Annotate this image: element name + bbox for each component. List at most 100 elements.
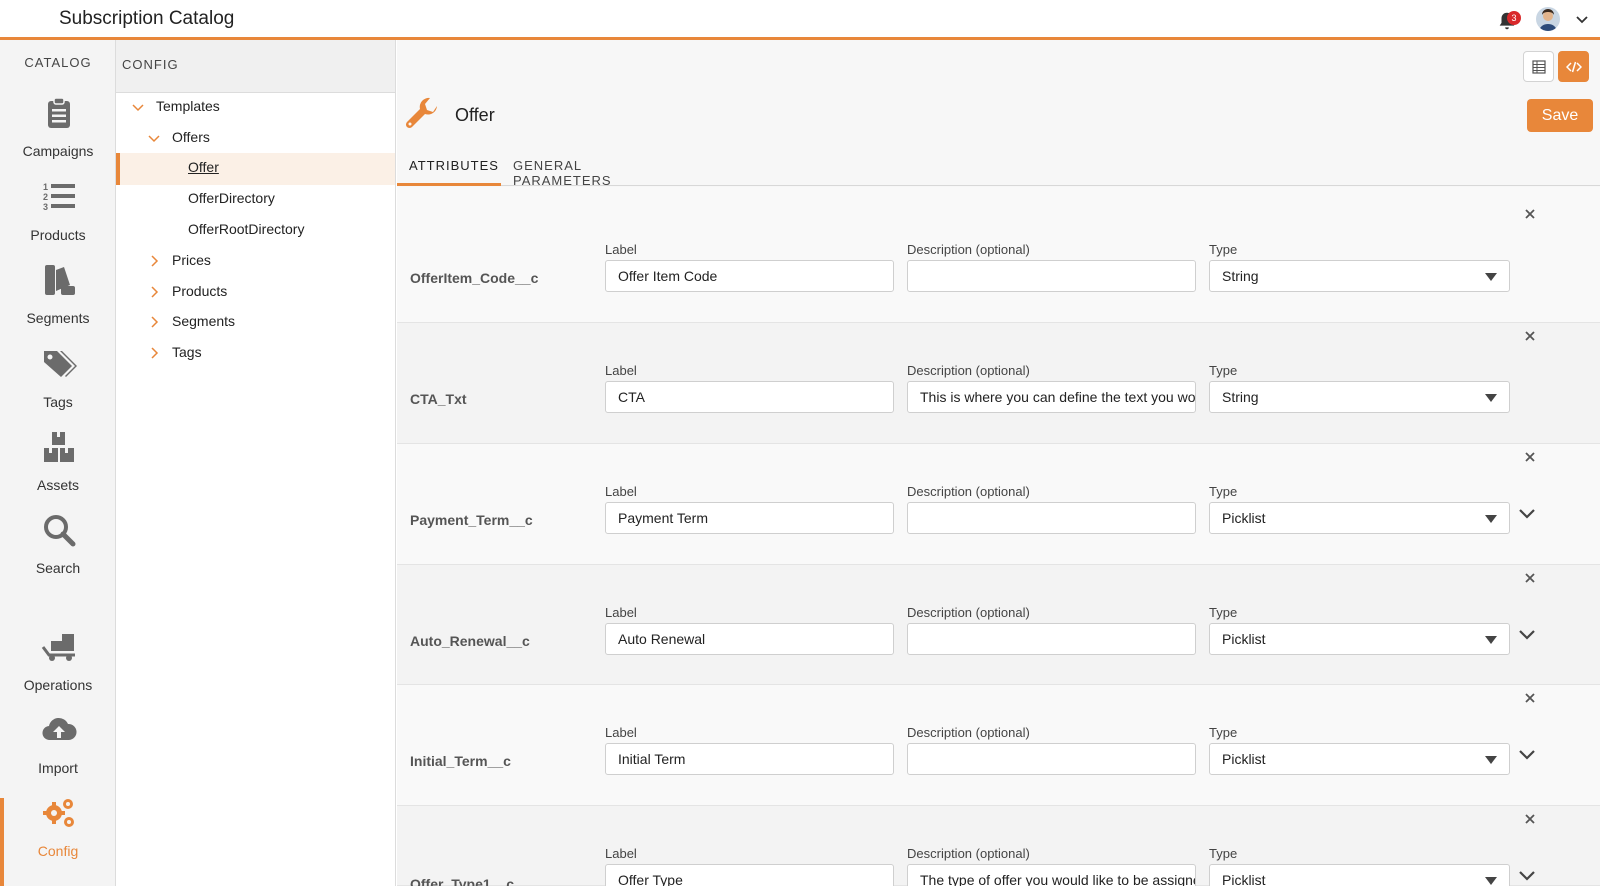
wrench-icon — [405, 97, 437, 129]
close-icon[interactable] — [1523, 207, 1537, 221]
tree-node-tags[interactable]: Tags — [148, 338, 392, 368]
chevron-down-icon — [148, 135, 160, 143]
nav-item-config[interactable]: Config — [0, 795, 116, 877]
attribute-row: Payment_Term__c Label Payment Term Descr… — [397, 444, 1600, 565]
left-nav: CATALOG Campaigns 123 Products Segments … — [0, 40, 116, 886]
attribute-row: Auto_Renewal__c Label Auto Renewal Descr… — [397, 565, 1600, 685]
label-input[interactable]: CTA — [605, 381, 894, 413]
type-select[interactable]: Picklist — [1209, 502, 1510, 534]
nav-label: Campaigns — [22, 143, 94, 159]
tree-header: CONFIG — [116, 40, 395, 93]
nav-item-tags[interactable]: Tags — [0, 346, 116, 428]
tree-node-offerrootdirectory[interactable]: OfferRootDirectory — [188, 215, 392, 245]
nav-label: Products — [30, 227, 86, 243]
nav-item-search[interactable]: Search — [0, 512, 116, 594]
close-icon[interactable] — [1523, 571, 1537, 585]
tree-node-prices[interactable]: Prices — [148, 246, 392, 276]
description-field-label: Description (optional) — [907, 605, 1030, 620]
close-icon[interactable] — [1523, 691, 1537, 705]
attribute-api-name: OfferItem_Code__c — [410, 270, 539, 286]
label-field-label: Label — [605, 605, 637, 620]
attribute-row: OfferItem_Code__c Label Offer Item Code … — [397, 187, 1600, 323]
label-field-label: Label — [605, 363, 637, 378]
tree-node-segments[interactable]: Segments — [148, 307, 392, 337]
search-icon — [44, 515, 76, 547]
nav-item-campaigns[interactable]: Campaigns — [0, 95, 116, 177]
description-field-label: Description (optional) — [907, 846, 1030, 861]
description-input[interactable] — [907, 260, 1196, 292]
label-field-label: Label — [605, 846, 637, 861]
chevron-down-icon[interactable] — [1517, 507, 1537, 521]
close-icon[interactable] — [1523, 450, 1537, 464]
tree-node-offers[interactable]: Offers — [148, 123, 392, 153]
type-field-label: Type — [1209, 725, 1238, 740]
code-view-button[interactable] — [1558, 51, 1589, 82]
nav-item-operations[interactable]: Operations — [0, 629, 116, 711]
type-select[interactable]: Picklist — [1209, 743, 1510, 775]
label-input[interactable]: Initial Term — [605, 743, 894, 775]
table-view-button[interactable] — [1523, 51, 1554, 82]
tags-icon — [44, 351, 77, 377]
description-field-label: Description (optional) — [907, 363, 1030, 378]
tree-node-label: OfferRootDirectory — [188, 221, 305, 237]
type-select[interactable]: String — [1209, 260, 1510, 292]
tab-general-parameters[interactable]: GENERAL PARAMETERS — [513, 152, 683, 188]
description-input[interactable]: The type of offer you would like to be a… — [907, 864, 1196, 886]
tree-node-label: Tags — [172, 344, 202, 360]
attribute-api-name: Offer_Type1__c — [410, 876, 515, 886]
description-input[interactable] — [907, 502, 1196, 534]
type-select[interactable]: Picklist — [1209, 623, 1510, 655]
label-field-label: Label — [605, 242, 637, 257]
type-select[interactable]: Picklist — [1209, 864, 1510, 886]
numbered-list-icon: 123 — [43, 182, 75, 212]
nav-label: Config — [37, 843, 79, 859]
nav-item-products[interactable]: 123 Products — [0, 179, 116, 261]
chevron-down-icon[interactable] — [1574, 11, 1590, 27]
chevron-right-icon — [151, 347, 159, 359]
caret-down-icon — [1485, 394, 1497, 402]
boxes-icon — [44, 432, 74, 462]
chevron-down-icon[interactable] — [1517, 748, 1537, 762]
caret-down-icon — [1485, 273, 1497, 281]
description-input[interactable] — [907, 743, 1196, 775]
type-select-value: String — [1222, 389, 1259, 405]
nav-heading: CATALOG — [24, 55, 92, 70]
description-input[interactable] — [907, 623, 1196, 655]
svg-text:1: 1 — [43, 182, 48, 192]
attribute-row: CTA_Txt Label CTA Description (optional)… — [397, 323, 1600, 444]
tab-bar: ATTRIBUTES GENERAL PARAMETERS — [397, 152, 1600, 188]
tree-node-label: OfferDirectory — [188, 190, 275, 206]
nav-item-import[interactable]: Import — [0, 712, 116, 794]
label-input[interactable]: Auto Renewal — [605, 623, 894, 655]
caret-down-icon — [1485, 515, 1497, 523]
cloud-upload-icon — [42, 717, 77, 741]
notification-badge: 3 — [1507, 11, 1521, 25]
close-icon[interactable] — [1523, 329, 1537, 343]
chevron-down-icon[interactable] — [1517, 628, 1537, 642]
app-title: Subscription Catalog — [59, 8, 235, 29]
tree-node-offer[interactable]: Offer — [188, 153, 392, 183]
caret-down-icon — [1485, 636, 1497, 644]
tree-node-label: Products — [172, 283, 228, 299]
description-field-label: Description (optional) — [907, 725, 1030, 740]
label-input[interactable]: Offer Type — [605, 864, 894, 886]
tree-node-templates[interactable]: Templates — [132, 92, 392, 122]
avatar[interactable] — [1536, 7, 1560, 31]
tab-attributes[interactable]: ATTRIBUTES — [397, 152, 501, 186]
type-field-label: Type — [1209, 484, 1238, 499]
description-input[interactable]: This is where you can define the text yo… — [907, 381, 1196, 413]
type-field-label: Type — [1209, 242, 1238, 257]
tree-node-offerdirectory[interactable]: OfferDirectory — [188, 184, 392, 214]
top-bar: Subscription Catalog 3 — [0, 0, 1600, 40]
label-field-label: Label — [605, 725, 637, 740]
save-button[interactable]: Save — [1527, 99, 1593, 132]
type-select[interactable]: String — [1209, 381, 1510, 413]
tree-node-products[interactable]: Products — [148, 277, 392, 307]
label-input[interactable]: Payment Term — [605, 502, 894, 534]
chevron-down-icon[interactable] — [1517, 869, 1537, 883]
nav-item-assets[interactable]: Assets — [0, 429, 116, 511]
nav-item-segments[interactable]: Segments — [0, 262, 116, 344]
label-input[interactable]: Offer Item Code — [605, 260, 894, 292]
close-icon[interactable] — [1523, 812, 1537, 826]
chevron-right-icon — [151, 316, 159, 328]
